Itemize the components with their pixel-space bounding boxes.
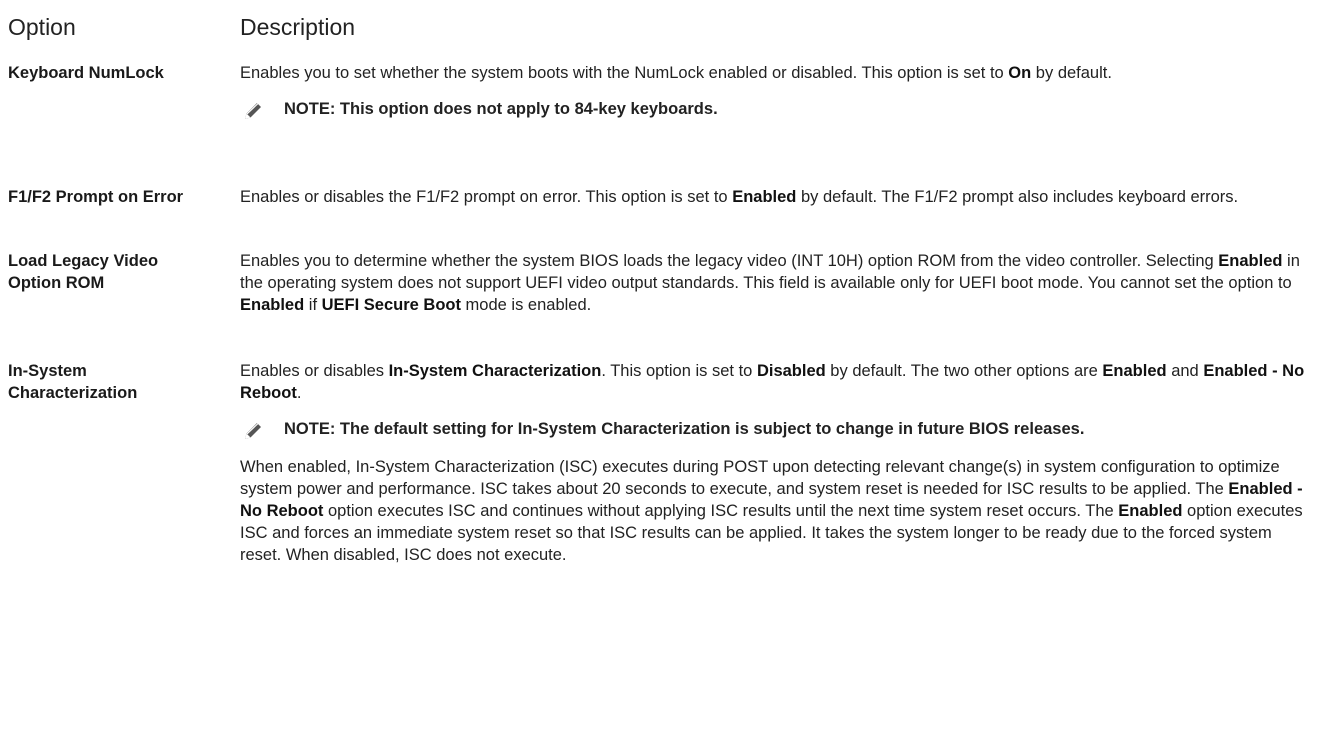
header-description: Description — [240, 14, 356, 40]
note-text: NOTE: The default setting for In-System … — [284, 420, 1085, 438]
option-description: Enables you to determine whether the sys… — [240, 252, 1300, 314]
pencil-note-icon — [245, 423, 261, 439]
note-text: NOTE: This option does not apply to 84-k… — [284, 100, 718, 118]
bios-options-table: Option Description Keyboard NumLock Enab… — [0, 0, 1324, 744]
option-name: Keyboard NumLock — [8, 64, 164, 82]
note: NOTE: This option does not apply to 84-k… — [240, 98, 1310, 120]
option-description: Enables or disables the F1/F2 prompt on … — [240, 188, 1239, 206]
pencil-note-icon — [245, 103, 261, 119]
option-name: In-System Characterization — [8, 362, 138, 402]
option-name: F1/F2 Prompt on Error — [8, 188, 184, 206]
header-option: Option — [8, 14, 76, 40]
note: NOTE: The default setting for In-System … — [240, 418, 1310, 440]
option-description: Enables you to set whether the system bo… — [240, 62, 1310, 120]
isc-explanation: When enabled, In-System Characterization… — [240, 458, 1303, 564]
option-description: Enables or disables In-System Characteri… — [240, 360, 1310, 566]
option-name: Load Legacy Video Option ROM — [8, 252, 159, 292]
